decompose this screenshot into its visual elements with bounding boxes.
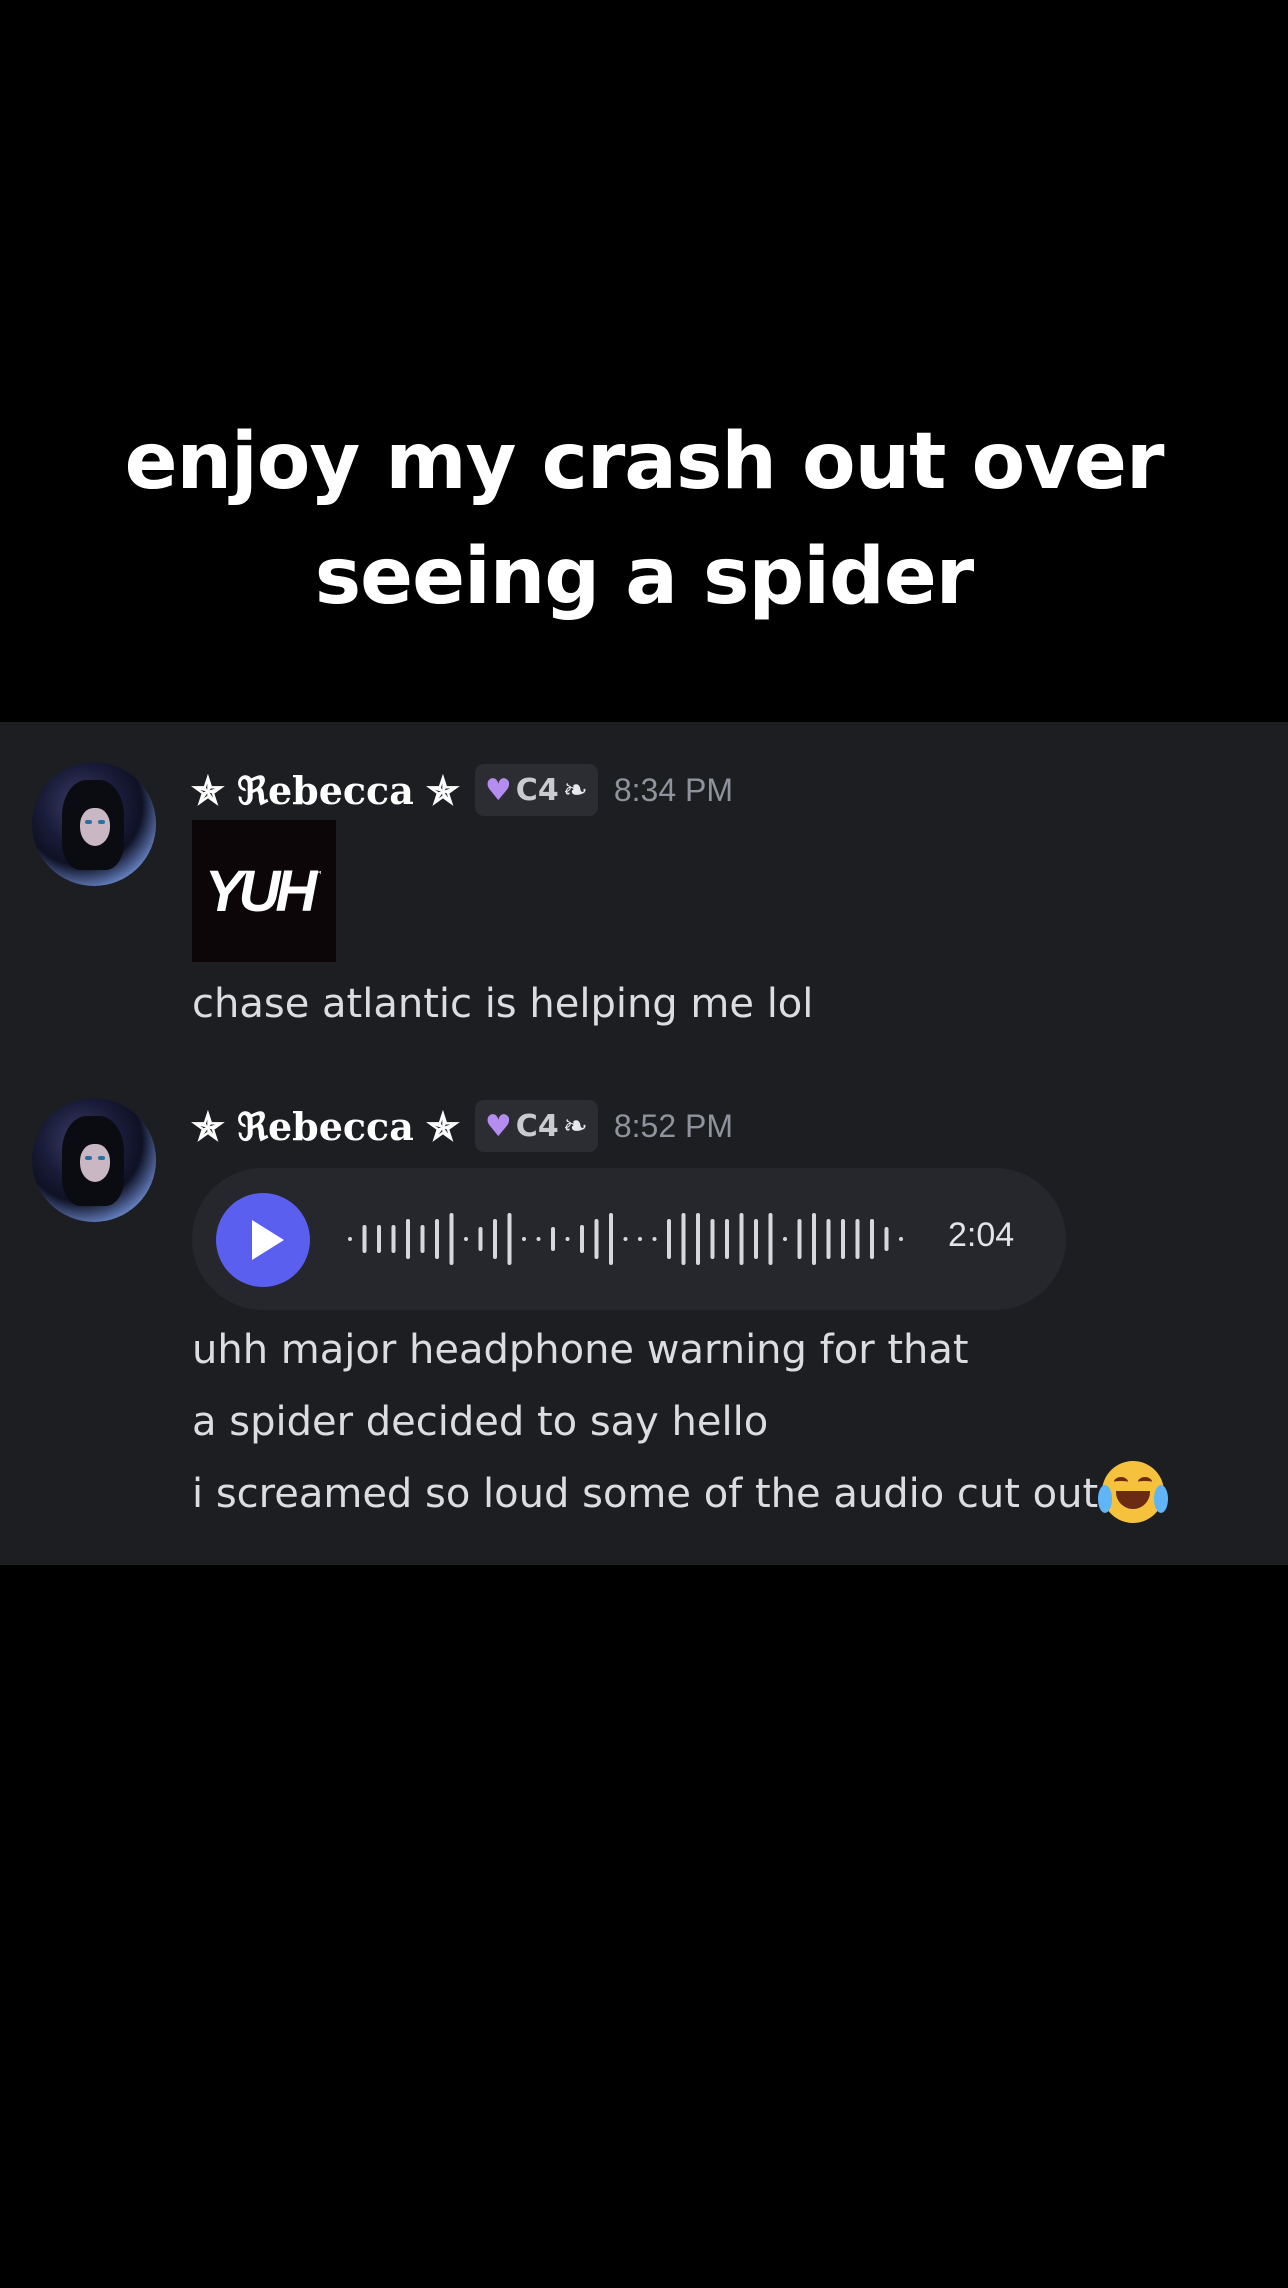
timestamp: 8:34 PM <box>613 771 733 808</box>
waveform-bar <box>652 1237 657 1241</box>
server-tag[interactable]: ♥ C4 ❧ <box>474 1100 598 1152</box>
message-line-2: a spider decided to say hello <box>192 1399 769 1445</box>
waveform-bar <box>855 1219 860 1259</box>
waveform-bar <box>551 1227 555 1251</box>
voice-message: 2:04 <box>192 1168 1066 1310</box>
waveform-bar <box>565 1237 570 1241</box>
waveform-bar <box>435 1219 439 1259</box>
waveform-bar <box>841 1219 845 1259</box>
purple-heart-icon: ♥ <box>484 1108 512 1144</box>
video-caption: enjoy my crash out over seeing a spider <box>0 405 1288 635</box>
waveform-bar <box>609 1213 613 1265</box>
waveform-bar <box>362 1225 367 1253</box>
waveform-bar <box>899 1237 903 1241</box>
avatar[interactable] <box>32 762 156 886</box>
waveform-bar <box>812 1213 816 1265</box>
wing-icon: ❧ <box>562 1108 588 1144</box>
waveform-bar <box>594 1219 599 1259</box>
avatar[interactable] <box>32 1098 156 1222</box>
tag-label: C4 <box>515 1108 559 1144</box>
waveform-bar <box>826 1219 831 1259</box>
waveform-bar <box>623 1237 628 1241</box>
waveform-bar <box>493 1219 497 1259</box>
waveform-bar <box>580 1225 584 1253</box>
waveform-bar <box>696 1213 700 1265</box>
message-text: chase atlantic is helping me lol <box>192 981 814 1027</box>
wing-icon: ❧ <box>562 772 588 808</box>
waveform-bar <box>536 1237 541 1241</box>
waveform-bar <box>768 1213 773 1265</box>
waveform-bar <box>464 1237 468 1241</box>
purple-heart-icon: ♥ <box>484 772 512 808</box>
crying-laughing-emoji-icon <box>1098 1461 1169 1523</box>
waveform-bar <box>391 1225 396 1253</box>
waveform-bar <box>377 1225 381 1253</box>
tag-label: C4 <box>515 772 559 808</box>
caption-line-1: enjoy my crash out over <box>124 417 1165 507</box>
server-tag[interactable]: ♥ C4 ❧ <box>474 764 598 816</box>
play-button[interactable] <box>216 1193 310 1287</box>
username[interactable]: ✯ ℜebecca ✯ <box>192 768 459 813</box>
message-line-3: i screamed so loud some of the audio cut… <box>192 1458 1169 1530</box>
waveform-bar <box>507 1213 512 1265</box>
waveform-bar <box>449 1213 454 1265</box>
voice-duration: 2:04 <box>948 1216 1015 1254</box>
message-header: ✯ ℜebecca ✯ ♥ C4 ❧ 8:34 PM <box>192 762 733 818</box>
waveform-bar <box>739 1213 744 1265</box>
waveform-bar <box>406 1219 410 1259</box>
message-header: ✯ ℜebecca ✯ ♥ C4 ❧ 8:52 PM <box>192 1098 733 1154</box>
waveform-bar <box>420 1225 425 1253</box>
caption-line-2: seeing a spider <box>314 532 974 622</box>
message-line-1: uhh major headphone warning for that <box>192 1327 969 1373</box>
waveform-bar <box>522 1237 526 1241</box>
message-line-3-text: i screamed so loud some of the audio cut… <box>192 1471 1099 1517</box>
waveform-bar <box>783 1237 787 1241</box>
waveform[interactable] <box>344 1206 914 1272</box>
waveform-bar <box>725 1219 729 1259</box>
timestamp: 8:52 PM <box>613 1107 733 1144</box>
waveform-bar <box>884 1227 889 1251</box>
waveform-bar <box>667 1219 671 1259</box>
waveform-bar <box>348 1237 352 1241</box>
waveform-bar <box>870 1219 874 1259</box>
image-text: YUH <box>204 858 317 924</box>
image-tm: ™ <box>312 868 324 882</box>
waveform-bar <box>638 1237 642 1241</box>
waveform-bar <box>681 1213 686 1265</box>
username[interactable]: ✯ ℜebecca ✯ <box>192 1104 459 1149</box>
waveform-bar <box>478 1227 483 1251</box>
attached-image[interactable]: YUH ™ <box>192 820 336 962</box>
waveform-bar <box>797 1219 802 1259</box>
waveform-bar <box>710 1219 715 1259</box>
waveform-bar <box>754 1219 758 1259</box>
